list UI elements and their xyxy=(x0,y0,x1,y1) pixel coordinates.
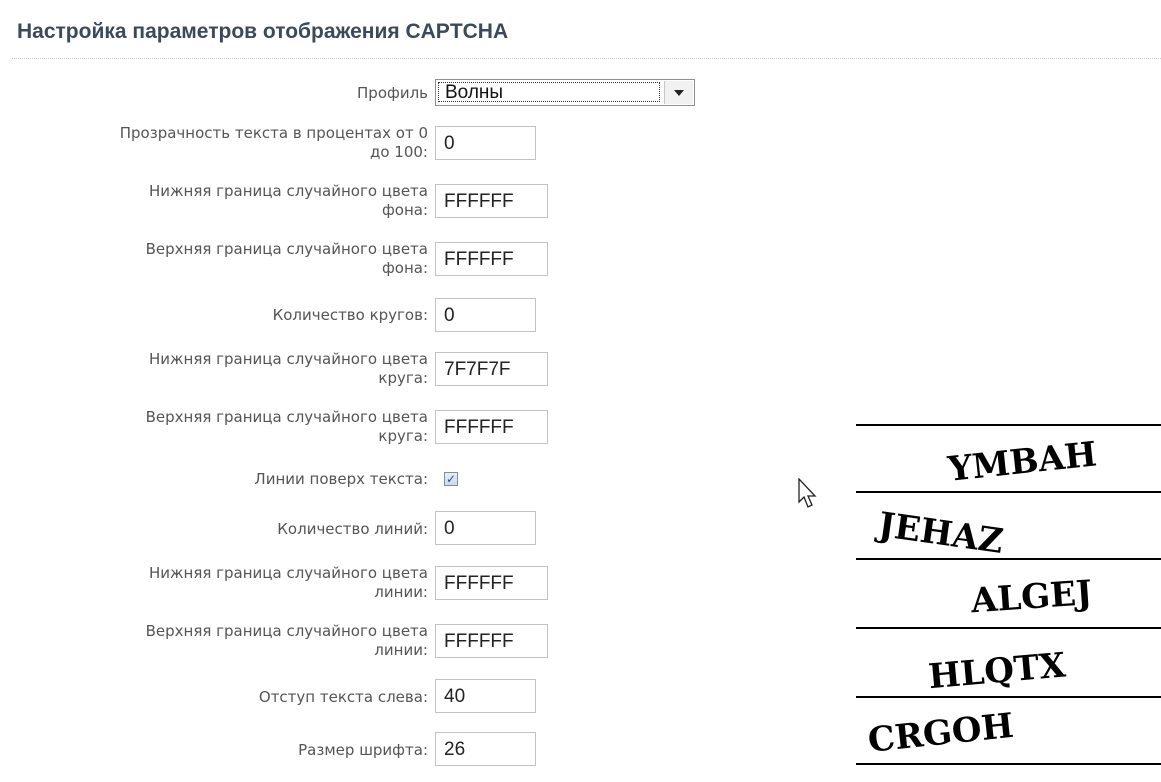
opacity-input[interactable]: 0 xyxy=(435,126,536,160)
captcha-text: ALGEJ xyxy=(969,573,1094,621)
field-label: Размер шрифта: xyxy=(18,741,428,760)
captcha-preview-panel: YMBAH JEHAZ ALGEJ HLQTX CRGOH xyxy=(856,424,1161,782)
field-label-line2: линии: xyxy=(374,583,428,601)
field-label: Количество линий: xyxy=(18,520,428,539)
profile-select[interactable]: Волны xyxy=(435,79,695,106)
field-label: Нижняя граница случайного цвета круга: xyxy=(18,350,428,388)
field-label-line2: Количество кругов: xyxy=(272,306,428,324)
captcha-text: CRGOH xyxy=(866,706,1015,761)
line-color-low-input[interactable]: FFFFFF xyxy=(435,566,548,600)
field-label-line2: линии: xyxy=(374,641,428,659)
captcha-image-2: JEHAZ xyxy=(873,505,1006,558)
circle-color-low-input[interactable]: 7F7F7F xyxy=(435,352,548,386)
field-label: Отступ текста слева: xyxy=(18,688,428,707)
profile-label-text: Профиль xyxy=(357,84,428,102)
field-label-line2: Отступ текста слева: xyxy=(258,688,428,706)
profile-select-value: Волны xyxy=(438,82,660,102)
captcha-image: CRGOH xyxy=(856,698,1161,763)
font-size-input[interactable]: 26 xyxy=(435,732,536,766)
field-label-line2: Количество линий: xyxy=(277,520,428,538)
field-label: Количество кругов: xyxy=(18,306,428,325)
field-label-line1: Нижняя граница случайного цвета xyxy=(148,350,428,368)
title-divider xyxy=(12,58,1161,59)
field-label-line1: Верхняя граница случайного цвета xyxy=(145,408,428,426)
field-label-line1: Прозрачность текста в процентах от 0 xyxy=(119,124,428,142)
captcha-text: YMBAH xyxy=(945,434,1099,489)
section-header: Настройка параметров отображения CAPTCHA xyxy=(0,0,1161,60)
captcha-image xyxy=(856,765,1161,782)
text-offset-input[interactable]: 40 xyxy=(435,679,536,713)
field-label-line2: круга: xyxy=(378,427,428,445)
section-title: Настройка параметров отображения CAPTCHA xyxy=(17,20,509,43)
field-label: Верхняя граница случайного цвета фона: xyxy=(18,240,428,278)
field-label-line1: Нижняя граница случайного цвета xyxy=(148,564,428,582)
captcha-image: ALGEJ xyxy=(856,560,1161,627)
field-label-line1: Нижняя граница случайного цвета xyxy=(148,182,428,200)
field-label-line2: Размер шрифта: xyxy=(298,741,428,759)
field-label-line1: Верхняя граница случайного цвета xyxy=(145,622,428,640)
bg-color-low-input[interactable]: FFFFFF xyxy=(435,184,548,218)
lines-over-text-checkbox[interactable]: ✓ xyxy=(444,472,458,486)
captcha-text: JEHAZ xyxy=(873,505,1006,558)
line-count-input[interactable]: 0 xyxy=(435,511,536,545)
captcha-image: YMBAH xyxy=(856,426,1161,491)
captcha-text: HLQTX xyxy=(927,645,1068,696)
field-label: Верхняя граница случайного цвета линии: xyxy=(18,622,428,660)
circle-count-input[interactable]: 0 xyxy=(435,298,536,332)
line-color-high-input[interactable]: FFFFFF xyxy=(435,624,548,658)
captcha-image-3: ALGEJ xyxy=(969,573,1094,621)
field-label: Нижняя граница случайного цвета фона: xyxy=(18,182,428,220)
field-label-line2: фона: xyxy=(381,259,428,277)
circle-color-high-input[interactable]: FFFFFF xyxy=(435,410,548,444)
cursor-icon xyxy=(798,478,817,508)
bg-color-high-input[interactable]: FFFFFF xyxy=(435,242,548,276)
captcha-image: JEHAZ xyxy=(856,493,1161,558)
captcha-image-5: CRGOH xyxy=(866,706,1015,761)
field-label-line2: Линии поверх текста: xyxy=(254,470,428,488)
captcha-image-4: HLQTX xyxy=(927,645,1068,696)
field-label-line1: Верхняя граница случайного цвета xyxy=(145,240,428,258)
chevron-down-icon[interactable] xyxy=(664,81,693,104)
field-label: Линии поверх текста: xyxy=(18,470,428,489)
field-label-line2: круга: xyxy=(378,369,428,387)
field-label: Прозрачность текста в процентах от 0 до … xyxy=(18,124,428,162)
field-label: Нижняя граница случайного цвета линии: xyxy=(18,564,428,602)
field-label: Верхняя граница случайного цвета круга: xyxy=(18,408,428,446)
captcha-image-1: YMBAH xyxy=(945,434,1099,489)
field-label-line2: до 100: xyxy=(369,143,428,161)
field-label-line2: фона: xyxy=(381,201,428,219)
profile-label: Профиль xyxy=(18,84,428,103)
captcha-image: HLQTX xyxy=(856,629,1161,696)
